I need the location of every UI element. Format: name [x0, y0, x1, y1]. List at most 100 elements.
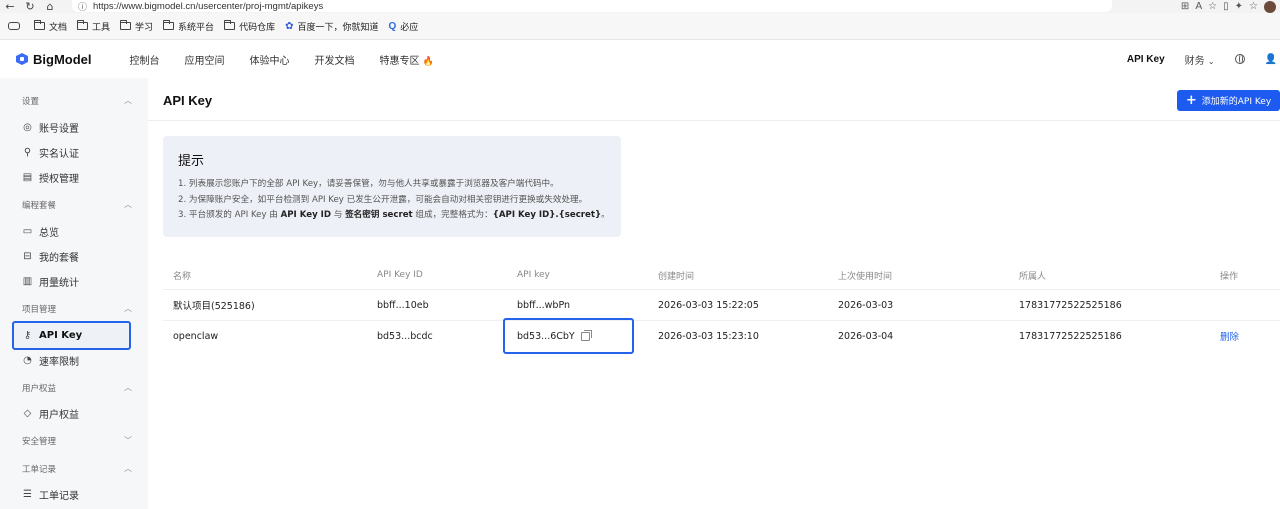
- column-header: 操作: [1220, 271, 1239, 282]
- bigmodel-logo-icon: [16, 53, 28, 65]
- bookmark-folder[interactable]: 文档: [34, 20, 67, 33]
- chevron-up-icon: ︿: [124, 383, 132, 392]
- chevron-down-icon: ﹀: [124, 436, 132, 445]
- row-name: openclaw: [173, 330, 219, 342]
- header-apikey-link[interactable]: API Key: [1127, 54, 1165, 65]
- sidebar-item-overview[interactable]: ▭ 总览: [22, 219, 130, 243]
- sidebar-item-tickets[interactable]: ☰ 工单记录: [22, 482, 130, 506]
- document-icon: ▤: [22, 171, 33, 183]
- sidebar-item-verification[interactable]: ⚲ 实名认证: [22, 140, 130, 164]
- row-key-id: bd53...bcdc: [377, 330, 433, 342]
- tip-line: 1. 列表展示您账户下的全部 API Key，请妥善保管，勿与他人共享或暴露于浏…: [178, 179, 559, 189]
- row-last-used: 2026-03-03: [838, 299, 894, 311]
- row-created: 2026-03-03 15:23:10: [658, 330, 759, 342]
- folder-icon: [163, 20, 175, 30]
- row-name: 默认项目(525186): [173, 301, 255, 312]
- row-owner: 17831772522525186: [1019, 299, 1122, 311]
- tip-box: 提示 1. 列表展示您账户下的全部 API Key，请妥善保管，勿与他人共享或暴…: [163, 136, 621, 237]
- monitor-icon: ▭: [22, 225, 33, 237]
- column-header: 创建时间: [658, 271, 695, 282]
- sidebar-item-usage[interactable]: ▥ 用量统计: [22, 269, 130, 293]
- baidu-paw-icon: ✿: [285, 20, 294, 32]
- profile-avatar[interactable]: [1264, 0, 1276, 13]
- url-text: https://www.bigmodel.cn/usercenter/proj-…: [93, 0, 324, 12]
- plus-icon: +: [1185, 93, 1197, 108]
- column-header: API Key ID: [377, 270, 423, 280]
- back-icon[interactable]: ←: [0, 0, 20, 13]
- favorite-star-icon[interactable]: ☆: [1208, 1, 1217, 12]
- settings-circle-icon: ◎: [23, 121, 32, 133]
- table-header: 名称 API Key ID API key 创建时间 上次使用时间 所属人 操作: [163, 261, 1280, 289]
- tip-line: 2. 为保障账户安全，如平台检测到 API Key 已发生公开泄露，可能会自动对…: [178, 194, 588, 205]
- home-icon[interactable]: ⌂: [40, 0, 60, 13]
- refresh-icon[interactable]: ↻: [20, 0, 40, 13]
- chevron-up-icon: ︿: [124, 200, 132, 209]
- site-info-icon[interactable]: ⓘ: [78, 0, 87, 13]
- table-row: 默认项目(525186) bbff...10eb bbff...wbPn 202…: [163, 289, 1280, 320]
- api-key-table: 名称 API Key ID API key 创建时间 上次使用时间 所属人 操作…: [163, 261, 1280, 354]
- extensions-icon[interactable]: ✦: [1235, 1, 1243, 12]
- sidebar-group-settings[interactable]: 设置 ︿: [22, 95, 132, 107]
- column-header: 名称: [173, 271, 192, 282]
- reader-mode-icon[interactable]: ⊞: [1181, 1, 1189, 12]
- bookmark-bing[interactable]: Q 必应: [388, 20, 418, 33]
- main-content: API Key + 添加新的API Key 提示 1. 列表展示您账户下的全部 …: [148, 78, 1280, 509]
- row-created: 2026-03-03 15:22:05: [658, 299, 759, 311]
- sidebar-group-tickets[interactable]: 工单记录 ︿: [22, 463, 132, 475]
- chevron-up-icon: ︿: [124, 464, 132, 473]
- sidebar-item-api-key[interactable]: ⚷ API Key: [12, 321, 131, 350]
- immersive-reader-icon[interactable]: [8, 22, 20, 30]
- row-api-key: bbff...wbPn: [517, 299, 571, 311]
- row-key-id: bbff...10eb: [377, 299, 429, 311]
- logo[interactable]: BigModel: [16, 52, 92, 67]
- chevron-up-icon: ︿: [124, 96, 132, 105]
- folder-icon: [120, 20, 132, 30]
- page-title: API Key: [163, 93, 213, 108]
- language-globe-icon[interactable]: [1234, 54, 1245, 64]
- header-right: API Key 财务 ⌄ 👤: [1127, 40, 1280, 78]
- user-icon[interactable]: 👤: [1265, 54, 1277, 65]
- sidebar-group-project[interactable]: 项目管理 ︿: [22, 303, 132, 315]
- cart-icon: ⊟: [23, 250, 32, 262]
- bookmark-folder[interactable]: 系统平台: [163, 20, 214, 33]
- browser-toolbar: ← ↻ ⌂ ⓘ https://www.bigmodel.cn/usercent…: [0, 0, 1280, 13]
- highlight-box: [503, 318, 634, 354]
- sidebar-item-user-rights[interactable]: ◇ 用户权益: [22, 401, 130, 425]
- read-aloud-icon[interactable]: A: [1195, 1, 1202, 12]
- delete-link[interactable]: 删除: [1220, 321, 1239, 351]
- bookmark-baidu[interactable]: ✿ 百度一下，你就知道: [285, 20, 378, 33]
- nav-promotions[interactable]: 特惠专区 🔥: [380, 52, 434, 67]
- sidebar-item-rate-limit[interactable]: ◔ 速率限制: [22, 348, 130, 372]
- sidebar-group-security[interactable]: 安全管理 ﹀: [22, 435, 132, 447]
- sidebar-group-coding-plan[interactable]: 编程套餐 ︿: [22, 199, 132, 211]
- fire-icon: 🔥: [422, 56, 434, 67]
- bookmark-folder[interactable]: 工具: [77, 20, 110, 33]
- browser-actions: ⊞ A ☆ ▯ ✦ ☆: [1181, 0, 1280, 13]
- sidebar-item-account[interactable]: ◎ 账号设置: [22, 115, 130, 139]
- table-row: openclaw bd53...bcdc bd53...6CbY 2026-03…: [163, 320, 1280, 351]
- top-nav: 控制台 应用空间 体验中心 开发文档 特惠专区 🔥: [130, 52, 459, 67]
- nav-app-space[interactable]: 应用空间: [185, 52, 225, 67]
- nav-experience[interactable]: 体验中心: [250, 52, 290, 67]
- bar-chart-icon: ▥: [22, 275, 33, 287]
- nav-console[interactable]: 控制台: [130, 52, 160, 67]
- sidebar-group-user-rights[interactable]: 用户权益 ︿: [22, 382, 132, 394]
- app-header: BigModel 控制台 应用空间 体验中心 开发文档 特惠专区 🔥 API K…: [0, 40, 1280, 78]
- sidebar-item-my-plan[interactable]: ⊟ 我的套餐: [22, 244, 130, 268]
- favorites-icon[interactable]: ☆: [1249, 1, 1258, 12]
- header-finance-menu[interactable]: 财务 ⌄: [1185, 52, 1215, 67]
- chevron-down-icon: ⌄: [1207, 56, 1215, 66]
- row-owner: 17831772522525186: [1019, 330, 1122, 342]
- add-api-key-button[interactable]: + 添加新的API Key: [1177, 90, 1280, 111]
- column-header: API key: [517, 270, 550, 280]
- nav-dev-docs[interactable]: 开发文档: [315, 52, 355, 67]
- bookmark-folder[interactable]: 代码仓库: [224, 20, 275, 33]
- bing-search-icon: Q: [388, 20, 397, 32]
- row-last-used: 2026-03-04: [838, 330, 894, 342]
- bookmark-folder[interactable]: 学习: [120, 20, 153, 33]
- split-screen-icon[interactable]: ▯: [1223, 1, 1229, 12]
- divider: [148, 120, 1280, 121]
- sidebar-item-authorization[interactable]: ▤ 授权管理: [22, 165, 130, 189]
- diamond-icon: ◇: [23, 407, 32, 419]
- address-bar[interactable]: ⓘ https://www.bigmodel.cn/usercenter/pro…: [72, 0, 1112, 13]
